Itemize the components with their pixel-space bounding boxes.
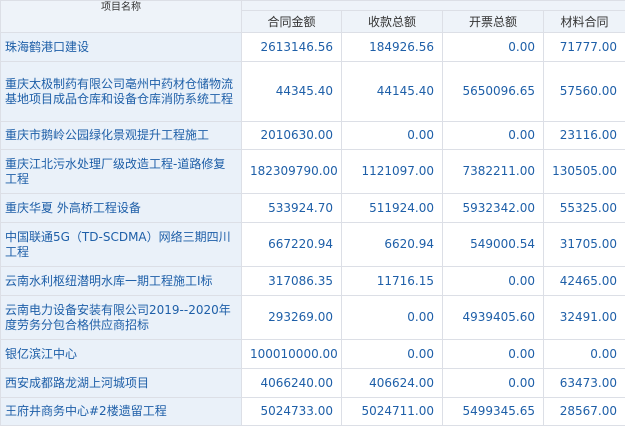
table-row[interactable]: 王府井商务中心#2楼遗留工程 5024733.00 5024711.00 549… xyxy=(0,397,625,426)
invoiced-total-cell[interactable]: 7382211.00 xyxy=(442,149,544,194)
table-row[interactable]: 珠海鹤港口建设 2613146.56 184926.56 0.00 71777.… xyxy=(0,32,625,62)
project-name-cell[interactable]: 重庆太极制药有限公司亳州中药材仓储物流基地项目成品仓库和设备仓库消防系统工程 xyxy=(0,61,242,122)
contract-amount-cell[interactable]: 5024733.00 xyxy=(241,397,342,426)
invoiced-total-cell[interactable]: 0.00 xyxy=(442,121,544,150)
contract-amount-cell[interactable]: 533924.70 xyxy=(241,193,342,223)
table-row[interactable]: 银亿滨江中心 100010000.00 0.00 0.00 0.00 xyxy=(0,339,625,369)
contract-amount-cell[interactable]: 2010630.00 xyxy=(241,121,342,150)
project-name-cell[interactable]: 王府井商务中心#2楼遗留工程 xyxy=(0,397,242,426)
invoiced-total-cell[interactable]: 549000.54 xyxy=(442,222,544,267)
received-total-cell[interactable]: 11716.15 xyxy=(341,266,443,296)
column-header-material-contract[interactable]: 材料合同 xyxy=(543,10,625,33)
contract-amount-cell[interactable]: 182309790.00 xyxy=(241,149,342,194)
invoiced-total-cell[interactable]: 0.00 xyxy=(442,266,544,296)
material-contract-cell[interactable]: 0.00 xyxy=(543,339,625,369)
column-header-contract-amount[interactable]: 合同金额 xyxy=(241,10,342,33)
received-total-cell[interactable]: 5024711.00 xyxy=(341,397,443,426)
contract-amount-cell[interactable]: 4066240.00 xyxy=(241,368,342,398)
column-group-header xyxy=(241,0,625,11)
material-contract-cell[interactable]: 57560.00 xyxy=(543,61,625,122)
table-row[interactable]: 重庆市鹅岭公园绿化景观提升工程施工 2010630.00 0.00 0.00 2… xyxy=(0,121,625,150)
received-total-cell[interactable]: 511924.00 xyxy=(341,193,443,223)
material-contract-cell[interactable]: 71777.00 xyxy=(543,32,625,62)
contract-amount-cell[interactable]: 293269.00 xyxy=(241,295,342,340)
project-table: 项目名称 合同金额 收款总额 开票总额 材料合同 珠海鹤港口建设 2613146… xyxy=(0,0,625,426)
received-total-cell[interactable]: 184926.56 xyxy=(341,32,443,62)
material-contract-cell[interactable]: 31705.00 xyxy=(543,222,625,267)
table-row[interactable]: 中国联通5G（TD-SCDMA）网络三期四川工程 667220.94 6620.… xyxy=(0,222,625,267)
material-contract-cell[interactable]: 32491.00 xyxy=(543,295,625,340)
table-row[interactable]: 西安成都路龙湖上河城项目 4066240.00 406624.00 0.00 6… xyxy=(0,368,625,398)
table-row[interactable]: 云南电力设备安装有限公司2019--2020年度劳务分包合格供应商招标 2932… xyxy=(0,295,625,340)
project-name-cell[interactable]: 云南水利枢纽潜明水库一期工程施工I标 xyxy=(0,266,242,296)
column-header-invoiced-total[interactable]: 开票总额 xyxy=(442,10,544,33)
received-total-cell[interactable]: 0.00 xyxy=(341,339,443,369)
received-total-cell[interactable]: 1121097.00 xyxy=(341,149,443,194)
received-total-cell[interactable]: 44145.40 xyxy=(341,61,443,122)
material-contract-cell[interactable]: 130505.00 xyxy=(543,149,625,194)
received-total-cell[interactable]: 6620.94 xyxy=(341,222,443,267)
invoiced-total-cell[interactable]: 0.00 xyxy=(442,339,544,369)
project-name-cell[interactable]: 珠海鹤港口建设 xyxy=(0,32,242,62)
table-row[interactable]: 云南水利枢纽潜明水库一期工程施工I标 317086.35 11716.15 0.… xyxy=(0,266,625,296)
contract-amount-cell[interactable]: 667220.94 xyxy=(241,222,342,267)
column-header-project-name[interactable]: 项目名称 xyxy=(0,0,242,33)
project-name-cell[interactable]: 中国联通5G（TD-SCDMA）网络三期四川工程 xyxy=(0,222,242,267)
material-contract-cell[interactable]: 42465.00 xyxy=(543,266,625,296)
header-group-row: 项目名称 xyxy=(0,0,625,33)
project-name-cell[interactable]: 银亿滨江中心 xyxy=(0,339,242,369)
project-name-cell[interactable]: 重庆市鹅岭公园绿化景观提升工程施工 xyxy=(0,121,242,150)
contract-amount-cell[interactable]: 2613146.56 xyxy=(241,32,342,62)
invoiced-total-cell[interactable]: 4939405.60 xyxy=(442,295,544,340)
invoiced-total-cell[interactable]: 5499345.65 xyxy=(442,397,544,426)
table-row[interactable]: 重庆江北污水处理厂级改造工程-道路修复工程 182309790.00 11210… xyxy=(0,149,625,194)
contract-amount-cell[interactable]: 44345.40 xyxy=(241,61,342,122)
invoiced-total-cell[interactable]: 5932342.00 xyxy=(442,193,544,223)
received-total-cell[interactable]: 406624.00 xyxy=(341,368,443,398)
material-contract-cell[interactable]: 55325.00 xyxy=(543,193,625,223)
project-name-cell[interactable]: 西安成都路龙湖上河城项目 xyxy=(0,368,242,398)
contract-amount-cell[interactable]: 100010000.00 xyxy=(241,339,342,369)
material-contract-cell[interactable]: 28567.00 xyxy=(543,397,625,426)
material-contract-cell[interactable]: 63473.00 xyxy=(543,368,625,398)
invoiced-total-cell[interactable]: 5650096.65 xyxy=(442,61,544,122)
invoiced-total-cell[interactable]: 0.00 xyxy=(442,32,544,62)
invoiced-total-cell[interactable]: 0.00 xyxy=(442,368,544,398)
received-total-cell[interactable]: 0.00 xyxy=(341,121,443,150)
column-header-received-total[interactable]: 收款总额 xyxy=(341,10,443,33)
project-name-cell[interactable]: 重庆江北污水处理厂级改造工程-道路修复工程 xyxy=(0,149,242,194)
table-row[interactable]: 重庆华夏 外高桥工程设备 533924.70 511924.00 5932342… xyxy=(0,193,625,223)
project-data-grid: 项目名称 合同金额 收款总额 开票总额 材料合同 珠海鹤港口建设 2613146… xyxy=(0,0,625,440)
material-contract-cell[interactable]: 23116.00 xyxy=(543,121,625,150)
project-name-cell[interactable]: 云南电力设备安装有限公司2019--2020年度劳务分包合格供应商招标 xyxy=(0,295,242,340)
received-total-cell[interactable]: 0.00 xyxy=(341,295,443,340)
table-row[interactable]: 重庆太极制药有限公司亳州中药材仓储物流基地项目成品仓库和设备仓库消防系统工程 4… xyxy=(0,61,625,122)
project-name-cell[interactable]: 重庆华夏 外高桥工程设备 xyxy=(0,193,242,223)
contract-amount-cell[interactable]: 317086.35 xyxy=(241,266,342,296)
